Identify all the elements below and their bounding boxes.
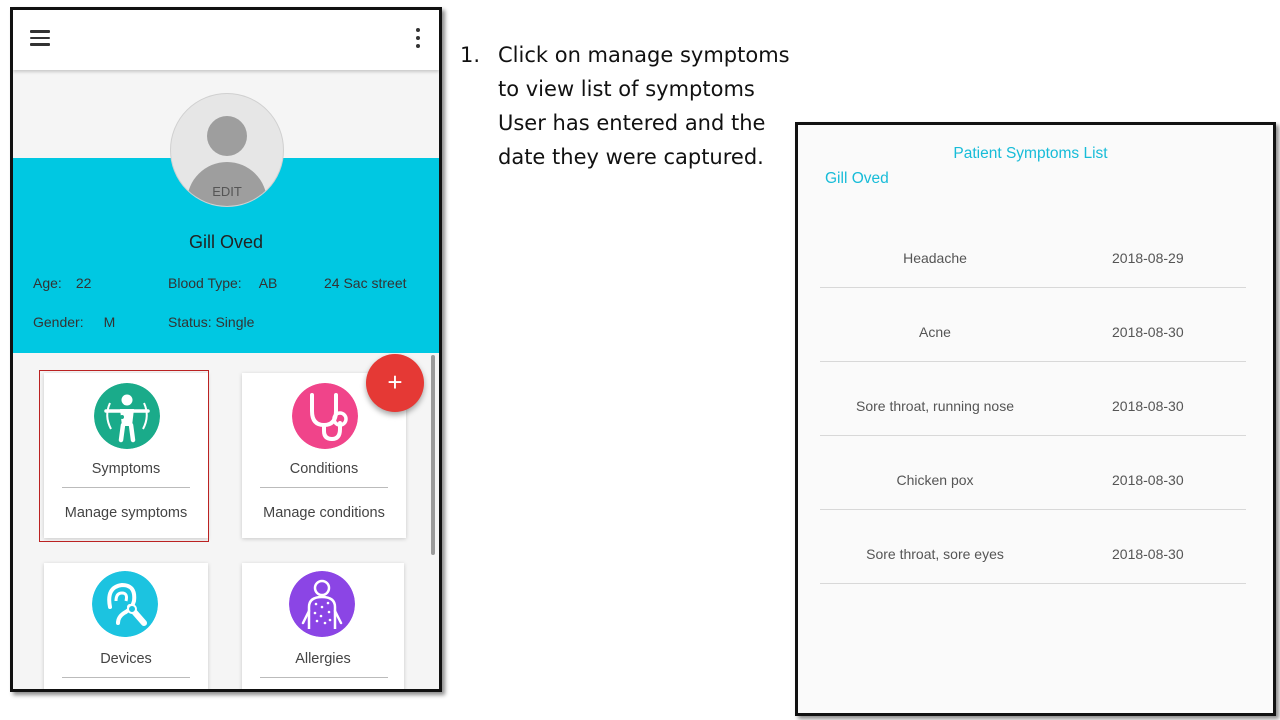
- blood-type-field: Blood Type: AB: [168, 275, 277, 291]
- card-divider: [260, 677, 388, 678]
- manage-symptoms-link[interactable]: Manage symptoms: [44, 505, 208, 521]
- symptoms-card[interactable]: Symptoms Manage symptoms: [44, 373, 208, 538]
- hamburger-menu-icon[interactable]: [30, 30, 50, 46]
- app-bar: [13, 10, 439, 70]
- avatar[interactable]: EDIT: [170, 93, 284, 207]
- app-screen-profile: EDIT Gill Oved Age: 22 Blood Type: AB 24 S…: [10, 7, 442, 692]
- age-label: Age:: [33, 275, 62, 291]
- manage-conditions-link[interactable]: Manage conditions: [242, 505, 406, 521]
- symptom-row[interactable]: Headache 2018-08-29: [820, 213, 1246, 288]
- symptom-date: 2018-08-30: [1112, 398, 1184, 414]
- symptoms-card-title: Symptoms: [91, 461, 161, 477]
- avatar-edit-label[interactable]: EDIT: [171, 184, 283, 199]
- symptom-name: Headache: [903, 250, 967, 266]
- symptom-name: Sore throat, sore eyes: [866, 546, 1004, 562]
- symptom-date: 2018-08-30: [1112, 472, 1184, 488]
- blood-type-label: Blood Type:: [168, 275, 242, 291]
- instruction-number: 1.: [460, 43, 481, 67]
- symptom-date: 2018-08-30: [1112, 324, 1184, 340]
- gender-value: M: [103, 314, 116, 330]
- scrollbar[interactable]: [431, 355, 435, 555]
- add-fab-button[interactable]: +: [366, 354, 424, 412]
- more-vert-icon[interactable]: [415, 28, 421, 50]
- symptom-row[interactable]: Chicken pox 2018-08-30: [820, 435, 1246, 510]
- blood-type-value: AB: [258, 275, 278, 291]
- age-field: Age: 22: [33, 275, 91, 291]
- devices-card-title: Devices: [100, 651, 152, 667]
- hearing-aid-icon: [92, 571, 158, 637]
- allergies-card-title: Allergies: [295, 651, 351, 667]
- instruction-text: Click on manage symptoms to view list of…: [498, 43, 790, 169]
- conditions-card-title: Conditions: [289, 461, 359, 477]
- patient-name: Gill Oved: [188, 232, 264, 252]
- avatar-head: [207, 116, 247, 156]
- address-value: 24 Sac street: [324, 275, 407, 291]
- symptom-date: 2018-08-30: [1112, 546, 1184, 562]
- gender-label: Gender:: [33, 314, 84, 330]
- symptom-name: Sore throat, running nose: [856, 398, 1014, 414]
- devices-card[interactable]: Devices: [44, 563, 208, 689]
- symptom-row[interactable]: Sore throat, running nose 2018-08-30: [820, 361, 1246, 436]
- symptoms-list-title: Patient Symptoms List: [953, 145, 1108, 162]
- symptom-row[interactable]: Sore throat, sore eyes 2018-08-30: [820, 509, 1246, 584]
- status-value: Status: Single: [168, 314, 255, 330]
- app-screen-symptoms-list: Patient Symptoms List Gill Oved Headache…: [795, 122, 1276, 716]
- allergy-skin-icon: [289, 571, 355, 637]
- symptom-row[interactable]: Acne 2018-08-30: [820, 287, 1246, 362]
- symptom-date: 2018-08-29: [1112, 250, 1184, 266]
- allergies-card[interactable]: Allergies: [242, 563, 404, 689]
- card-divider: [62, 677, 190, 678]
- card-divider: [260, 487, 388, 488]
- age-value: 22: [75, 275, 92, 291]
- symptom-name: Acne: [919, 324, 951, 340]
- symptom-name: Chicken pox: [896, 472, 974, 488]
- symptoms-list-patient-name: Gill Oved: [825, 170, 889, 187]
- card-divider: [62, 487, 190, 488]
- stethoscope-icon: [292, 383, 358, 449]
- gender-field: Gender: M: [33, 314, 115, 330]
- person-body-icon: [94, 383, 160, 449]
